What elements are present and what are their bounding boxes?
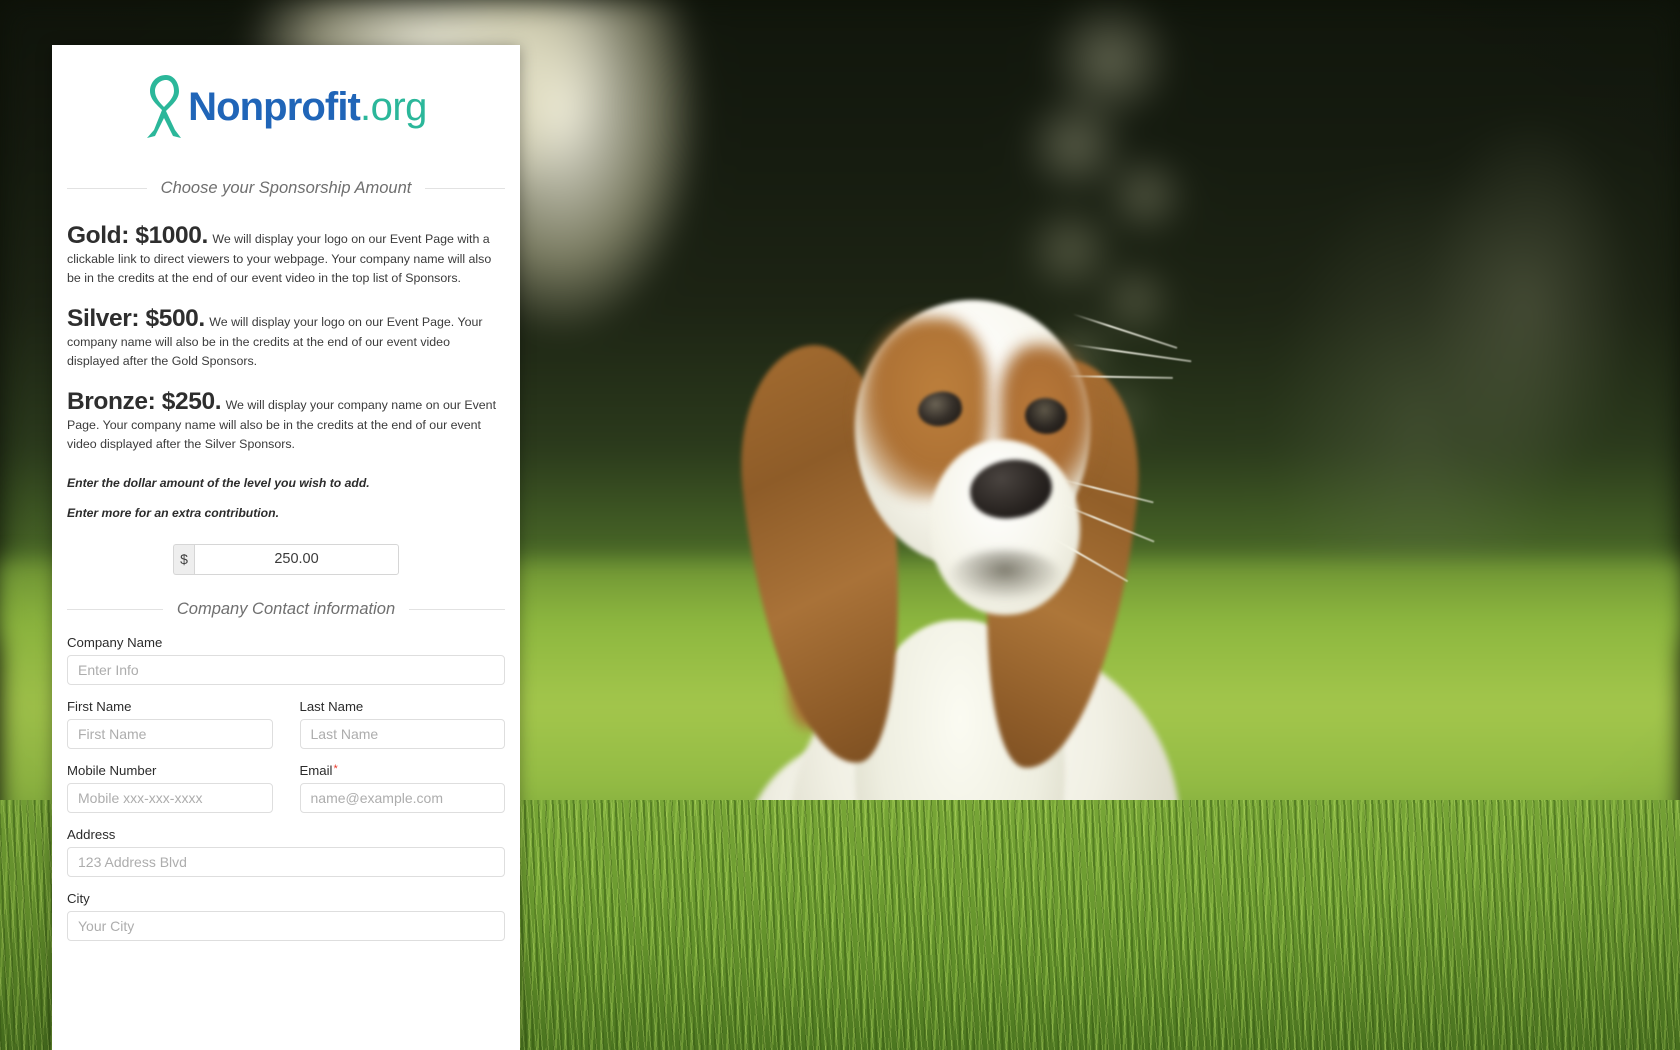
- email-input[interactable]: [299, 782, 505, 813]
- amount-row: $: [66, 543, 506, 575]
- logo-name: Nonprofit: [188, 84, 361, 129]
- whisker: [1072, 313, 1178, 349]
- name-row: First Name Last Name: [67, 685, 505, 749]
- first-name-label: First Name: [67, 698, 132, 714]
- tier-gold: Gold: $1000. We will display your logo o…: [67, 222, 505, 288]
- divider-rule-left: [67, 608, 163, 610]
- dog-mouth: [950, 550, 1060, 600]
- company-name-input[interactable]: [67, 654, 505, 685]
- mobile-number-input[interactable]: [67, 782, 273, 813]
- address-label: Address: [67, 826, 116, 842]
- sponsorship-section-divider: Choose your Sponsorship Amount: [66, 179, 506, 198]
- amount-input-group: $: [173, 543, 399, 575]
- field-mobile-number: Mobile Number: [67, 763, 273, 813]
- first-name-input[interactable]: [67, 718, 273, 749]
- tier-bronze-name: Bronze: $250.: [67, 387, 222, 415]
- field-company-name: Company Name: [67, 635, 505, 685]
- contact-form: Company Name First Name Last Name Mobile…: [66, 635, 506, 941]
- city-label: City: [67, 890, 90, 906]
- currency-symbol: $: [173, 543, 194, 575]
- email-label-text: Email: [299, 762, 333, 778]
- field-address: Address: [67, 827, 505, 877]
- email-label: Email*: [300, 763, 506, 778]
- sponsorship-tiers: Gold: $1000. We will display your logo o…: [66, 222, 506, 454]
- ribbon-icon: [147, 74, 182, 138]
- tier-gold-name: Gold: $1000.: [67, 222, 208, 249]
- required-asterisk: *: [333, 762, 338, 775]
- tier-silver: Silver: $500. We will display your logo …: [67, 305, 505, 371]
- last-name-input[interactable]: [299, 718, 505, 749]
- tier-bronze: Bronze: $250. We will display your compa…: [67, 388, 505, 454]
- page-root: Nonprofit.org Choose your Sponsorship Am…: [0, 0, 1680, 1050]
- brand-header: Nonprofit.org: [66, 45, 506, 168]
- amount-instruction-secondary: Enter more for an extra contribution.: [67, 505, 279, 520]
- field-first-name: First Name: [67, 699, 273, 749]
- contact-heading: Company Contact information: [176, 599, 396, 618]
- divider-rule-right: [425, 188, 506, 189]
- city-input[interactable]: [67, 910, 505, 941]
- logo-wordmark: Nonprofit.org: [188, 87, 427, 127]
- contact-section-divider: Company Contact information: [66, 600, 506, 619]
- tier-silver-name: Silver: $500.: [67, 304, 205, 332]
- logo[interactable]: Nonprofit.org: [145, 72, 427, 142]
- amount-instruction-primary: Enter the dollar amount of the level you…: [67, 475, 370, 490]
- address-input[interactable]: [67, 846, 505, 877]
- contact-row: Mobile Number Email*: [67, 749, 505, 813]
- field-email: Email*: [299, 763, 506, 813]
- divider-rule-left: [67, 188, 147, 189]
- company-name-label: Company Name: [67, 634, 163, 650]
- divider-rule-right: [409, 608, 505, 610]
- field-city: City: [67, 891, 505, 941]
- last-name-label: Last Name: [299, 698, 364, 714]
- mobile-number-label: Mobile Number: [67, 762, 157, 778]
- logo-tld: .org: [359, 84, 427, 129]
- sponsorship-heading: Choose your Sponsorship Amount: [160, 179, 412, 197]
- field-last-name: Last Name: [299, 698, 505, 749]
- sponsorship-form-card: Nonprofit.org Choose your Sponsorship Am…: [52, 45, 520, 1050]
- amount-input[interactable]: [194, 543, 399, 575]
